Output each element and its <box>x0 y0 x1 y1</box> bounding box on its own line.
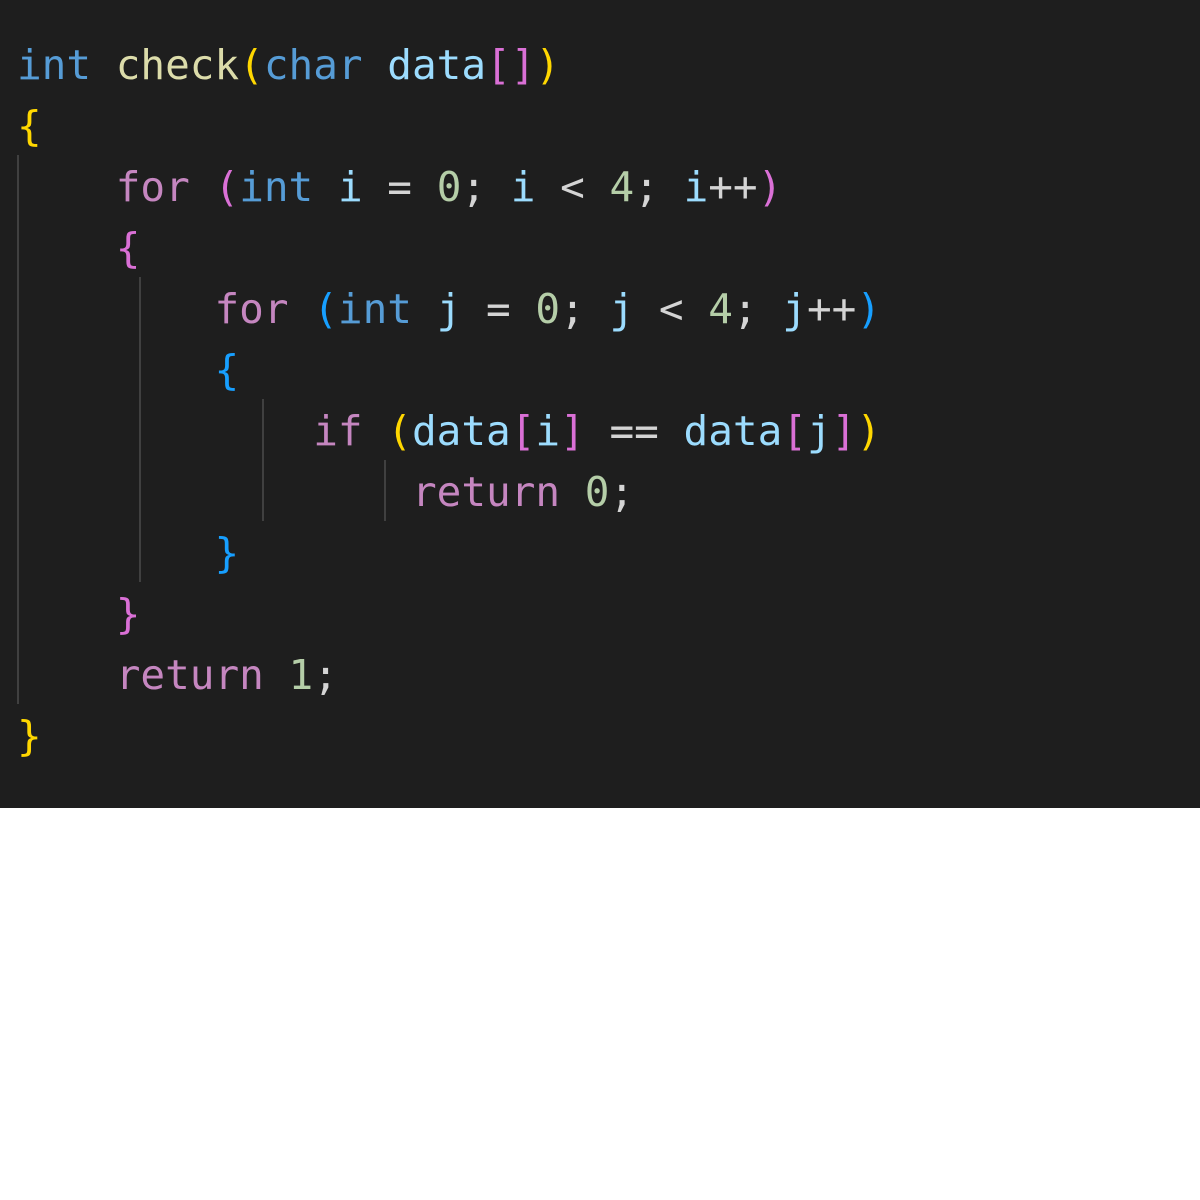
code-line[interactable]: { <box>17 340 881 401</box>
code-token: ] <box>831 407 857 455</box>
code-token: ; <box>461 163 511 211</box>
code-token: { <box>115 224 141 272</box>
code-token: = <box>362 163 437 211</box>
code-line[interactable]: } <box>17 706 881 767</box>
code-token: ) <box>757 163 783 211</box>
code-line[interactable]: } <box>17 523 881 584</box>
code-token: ] <box>560 407 585 455</box>
code-token: j <box>782 285 807 333</box>
code-token: [ <box>510 407 536 455</box>
code-token: return <box>411 468 561 516</box>
code-token: if <box>313 407 363 455</box>
code-line[interactable]: int check(char data[]) <box>17 35 881 96</box>
code-token: = <box>461 285 536 333</box>
code-token: j <box>806 407 832 455</box>
code-token: char <box>263 41 363 89</box>
code-token: ) <box>535 41 561 89</box>
code-token: ( <box>239 41 264 89</box>
code-token: data <box>411 407 511 455</box>
code-line[interactable]: { <box>17 218 881 279</box>
code-block[interactable]: int check(char data[]){ for (int i = 0; … <box>17 35 881 767</box>
code-token: i <box>337 163 363 211</box>
code-token: j <box>436 285 462 333</box>
code-token: ++ <box>806 285 857 333</box>
code-token: ; <box>732 285 783 333</box>
code-token: [ <box>782 407 807 455</box>
code-token: ; <box>634 163 684 211</box>
code-token: int <box>239 163 314 211</box>
code-token: ( <box>313 285 338 333</box>
code-token: 0 <box>584 468 610 516</box>
code-token: 1 <box>288 651 314 699</box>
code-token: < <box>634 285 709 333</box>
code-editor[interactable]: int check(char data[]){ for (int i = 0; … <box>0 0 1200 808</box>
code-line[interactable]: return 0; <box>17 462 881 523</box>
code-line[interactable]: for (int i = 0; i < 4; i++) <box>17 157 881 218</box>
code-token: { <box>17 102 42 150</box>
code-token: i <box>510 163 536 211</box>
code-token: ) <box>856 407 882 455</box>
code-token: } <box>115 590 141 638</box>
code-token: data <box>683 407 783 455</box>
code-token: 0 <box>535 285 561 333</box>
code-token: < <box>535 163 610 211</box>
code-token: [] <box>486 41 536 89</box>
code-token: j <box>609 285 635 333</box>
code-token: i <box>683 163 709 211</box>
code-token: ++ <box>708 163 758 211</box>
code-token: return <box>115 651 264 699</box>
code-token: ; <box>609 468 635 516</box>
code-line[interactable]: } <box>17 584 881 645</box>
code-token: ; <box>313 651 338 699</box>
code-token: for <box>214 285 289 333</box>
code-token: } <box>17 712 42 760</box>
code-token: 0 <box>436 163 462 211</box>
code-token: check <box>115 41 240 89</box>
code-token: } <box>214 529 240 577</box>
code-token: 4 <box>609 163 635 211</box>
code-token: 4 <box>708 285 733 333</box>
code-token: for <box>115 163 190 211</box>
code-line[interactable]: { <box>17 96 881 157</box>
code-token: i <box>535 407 561 455</box>
code-token: int <box>17 41 92 89</box>
code-token: { <box>214 346 240 394</box>
code-token: ( <box>214 163 240 211</box>
code-line[interactable]: return 1; <box>17 645 881 706</box>
code-token: ( <box>387 407 412 455</box>
code-token: ) <box>856 285 882 333</box>
code-token: int <box>337 285 412 333</box>
code-token: == <box>584 407 684 455</box>
code-token: data <box>387 41 487 89</box>
code-line[interactable]: if (data[i] == data[j]) <box>17 401 881 462</box>
code-line[interactable]: for (int j = 0; j < 4; j++) <box>17 279 881 340</box>
code-token: ; <box>560 285 610 333</box>
